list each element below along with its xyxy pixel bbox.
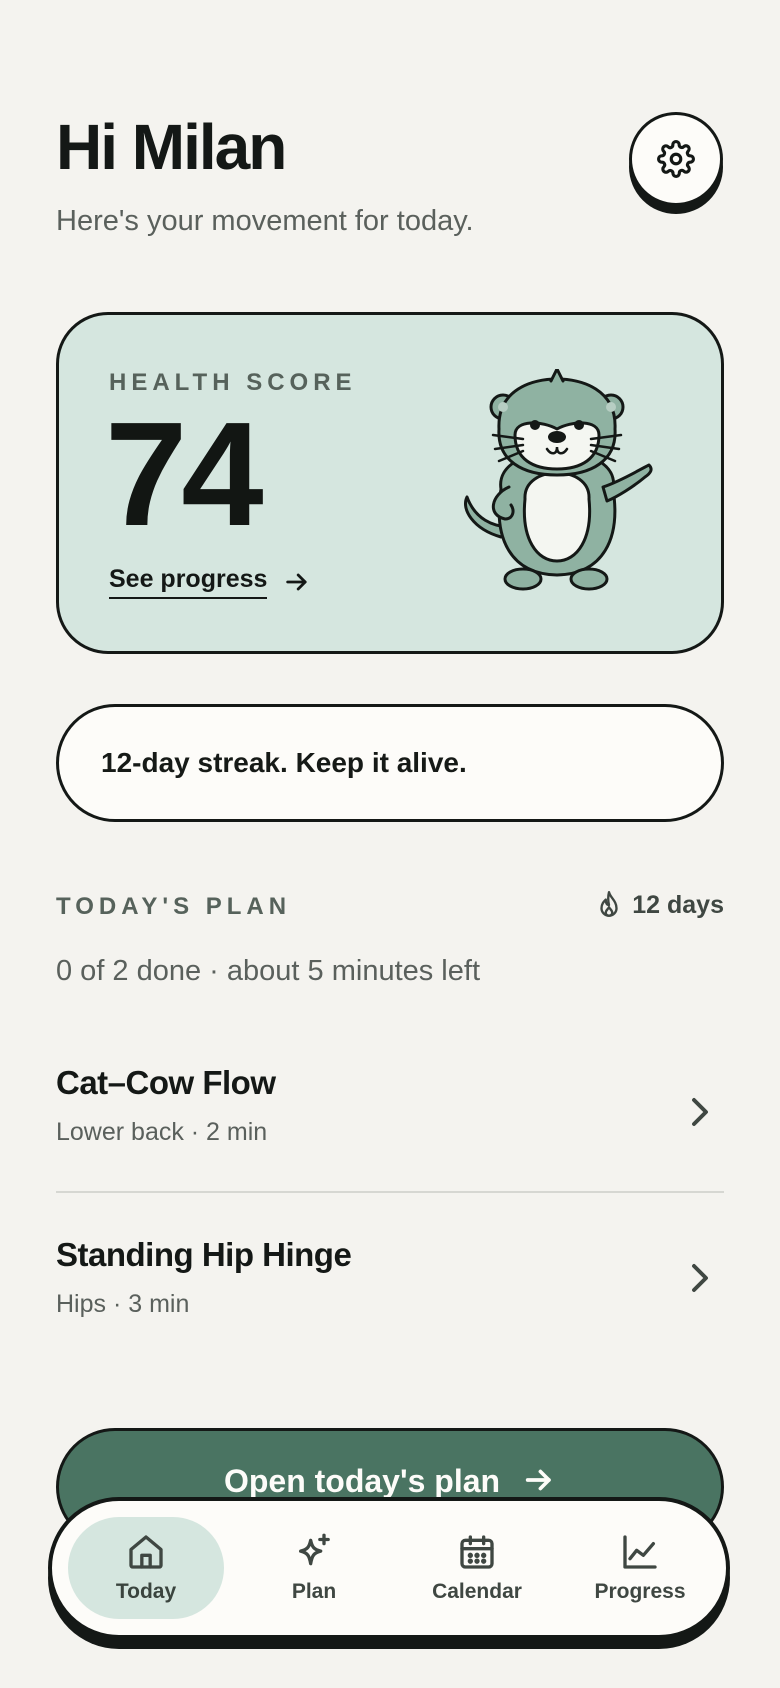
exercise-meta: Hips · 3 min [56,1290,190,1318]
list-divider [56,1191,724,1193]
nav-label: Calendar [432,1580,522,1603]
exercise-title: Cat–Cow Flow [56,1064,276,1101]
chevron-right-icon [692,1264,708,1292]
gear-icon [657,140,695,178]
arrow-right-icon [286,573,307,591]
health-score-card[interactable]: HEALTH SCORE 74 See progress [56,312,724,654]
chart-icon [623,1535,657,1569]
nav-item-today[interactable]: Today [68,1517,224,1619]
streak-days-indicator: 12 days [596,890,724,920]
greeting-title: Hi Milan [56,111,287,183]
flame-icon [600,890,618,917]
nav-label: Progress [594,1580,686,1603]
bottom-navigation: Today Plan Calendar Progress [48,1497,730,1639]
chevron-right-icon [692,1098,708,1126]
greeting-subtitle: Here's your movement for today. [56,205,474,237]
nav-item-progress[interactable]: Progress [562,1517,718,1619]
sparkle-icon [299,1533,330,1566]
health-score-value: 74 [105,392,264,557]
nav-label: Today [115,1580,177,1603]
nav-label: Plan [291,1580,337,1603]
exercise-item-cat-cow-flow[interactable]: Cat–Cow Flow Lower back · 2 min [56,1064,724,1147]
see-progress-link[interactable]: See progress [109,565,311,599]
exercise-title: Standing Hip Hinge [56,1236,352,1273]
nav-item-plan[interactable]: Plan [236,1517,392,1619]
streak-message: 12-day streak. Keep it alive. [101,747,467,778]
settings-button[interactable] [629,112,723,206]
plan-summary: 0 of 2 done · about 5 minutes left [56,955,480,987]
exercise-item-standing-hip-hinge[interactable]: Standing Hip Hinge Hips · 3 min [56,1236,724,1319]
today-screen: Hi Milan Here's your movement for today.… [0,0,780,1688]
home-icon [129,1535,163,1569]
exercise-meta: Lower back · 2 min [56,1118,268,1146]
calendar-icon [460,1535,494,1569]
streak-days-label: 12 days [632,890,724,919]
see-progress-label: See progress [109,565,268,599]
todays-plan-heading: TODAY'S PLAN [56,893,292,920]
nav-item-calendar[interactable]: Calendar [399,1517,555,1619]
streak-banner: 12-day streak. Keep it alive. [56,704,724,822]
otter-mascot-illustration [464,369,653,591]
arrow-right-icon [525,1469,551,1491]
